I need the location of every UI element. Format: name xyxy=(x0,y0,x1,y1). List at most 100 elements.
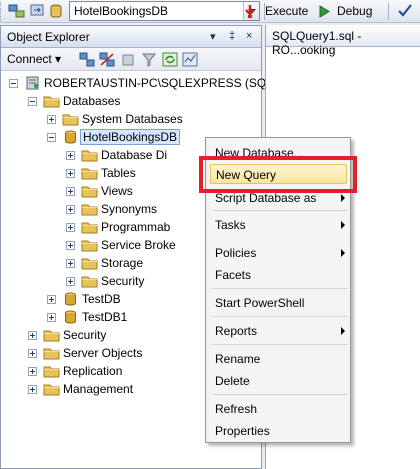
expand-icon[interactable] xyxy=(66,222,75,232)
tree-node[interactable]: Service Broke xyxy=(66,236,176,254)
window-position-icon[interactable]: ▾ xyxy=(210,30,216,43)
collapse-icon[interactable] xyxy=(28,96,37,106)
tree-node[interactable]: Storage xyxy=(66,254,143,272)
tree-node[interactable]: Security xyxy=(66,272,144,290)
expand-icon[interactable] xyxy=(66,276,75,286)
check-syntax-icon[interactable] xyxy=(396,3,413,19)
tree-node-label: Storage xyxy=(101,256,144,270)
tree-node[interactable]: Security xyxy=(28,326,106,344)
submenu-arrow-icon xyxy=(341,194,345,202)
tree-node[interactable]: Replication xyxy=(28,362,122,380)
tree-node[interactable]: TestDB1 xyxy=(47,308,127,326)
stop-icon[interactable] xyxy=(120,52,136,67)
menu-item-reports[interactable]: Reports xyxy=(215,321,345,341)
expand-icon[interactable] xyxy=(28,366,37,376)
tree-node-label: HotelBookingsDB xyxy=(80,129,181,145)
expand-icon[interactable] xyxy=(66,150,75,160)
menu-separator xyxy=(212,316,348,317)
pin-icon[interactable]: ‡ xyxy=(229,30,235,42)
connect-icon[interactable] xyxy=(79,52,95,67)
tree-node[interactable]: Databases xyxy=(28,92,120,110)
tree-node-label: Database Di xyxy=(101,148,168,162)
query-editor-tab-title: SQLQuery1.sql - RO...ooking xyxy=(272,29,362,57)
menu-item-label: Properties xyxy=(215,424,270,438)
database-select[interactable]: HotelBookingsDB xyxy=(69,1,260,21)
tree-node[interactable]: ROBERTAUSTIN-PC\SQLEXPRESS (SQL xyxy=(9,74,273,92)
expand-icon[interactable] xyxy=(66,186,75,196)
tree-node[interactable]: System Databases xyxy=(47,110,183,128)
folder-icon xyxy=(43,366,60,378)
database-select-value: HotelBookingsDB xyxy=(74,4,169,18)
execute-label: Execute xyxy=(265,4,309,18)
tree-node[interactable]: Synonyms xyxy=(66,200,157,218)
connect-dropdown[interactable]: Connect ▾ xyxy=(7,52,61,66)
tree-node-label: Synonyms xyxy=(101,202,158,216)
tree-node[interactable]: Server Objects xyxy=(28,344,142,362)
filter-icon[interactable] xyxy=(141,52,157,67)
submenu-arrow-icon xyxy=(341,327,345,335)
available-databases-icon[interactable] xyxy=(48,3,65,19)
connect-label: Connect ▾ xyxy=(7,52,62,66)
tree-node[interactable]: TestDB xyxy=(47,290,121,308)
change-connection-icon[interactable] xyxy=(29,3,46,19)
expand-icon[interactable] xyxy=(28,330,37,340)
tree-node-label: Security xyxy=(63,328,107,342)
expand-icon[interactable] xyxy=(66,240,75,250)
activity-monitor-icon[interactable] xyxy=(182,52,198,67)
tree-node-label: System Databases xyxy=(82,112,183,126)
folder-icon xyxy=(81,222,98,234)
expand-icon[interactable] xyxy=(47,294,56,304)
tree-node-label: Server Objects xyxy=(63,346,143,360)
toolbar-grip[interactable] xyxy=(0,2,4,21)
menu-item-refresh[interactable]: Refresh xyxy=(215,399,345,419)
expand-icon[interactable] xyxy=(28,348,37,358)
connect-object-explorer-icon[interactable] xyxy=(8,3,25,19)
folder-icon xyxy=(43,348,60,360)
menu-item-delete[interactable]: Delete xyxy=(215,371,345,391)
tree-node[interactable]: Programmab xyxy=(66,218,170,236)
tree-node-label: Security xyxy=(101,274,145,288)
menu-separator xyxy=(212,288,348,289)
close-icon[interactable]: × xyxy=(246,30,252,42)
folder-icon xyxy=(81,168,98,180)
query-editor-tab[interactable]: SQLQuery1.sql - RO...ooking xyxy=(266,25,420,57)
play-icon xyxy=(319,4,330,18)
folder-icon xyxy=(81,240,98,252)
folder-icon xyxy=(81,186,98,198)
tree-node-label: Programmab xyxy=(101,220,171,234)
collapse-icon[interactable] xyxy=(9,78,18,88)
tree-node-label: TestDB1 xyxy=(82,310,128,324)
tree-node-label: ROBERTAUSTIN-PC\SQLEXPRESS (SQL xyxy=(44,76,273,90)
menu-item-start-powershell[interactable]: Start PowerShell xyxy=(215,293,345,313)
highlight-annotation-box xyxy=(199,156,357,193)
toolbar-separator xyxy=(388,3,389,20)
menu-item-properties[interactable]: Properties xyxy=(215,421,345,441)
disconnect-icon[interactable] xyxy=(99,52,115,67)
menu-item-rename[interactable]: Rename xyxy=(215,349,345,369)
expand-icon[interactable] xyxy=(47,312,56,322)
menu-item-policies[interactable]: Policies xyxy=(215,243,345,263)
tree-node[interactable]: Management xyxy=(28,380,133,398)
tree-node[interactable]: Views xyxy=(66,182,133,200)
expand-icon[interactable] xyxy=(66,258,75,268)
refresh-icon[interactable] xyxy=(162,52,178,67)
expand-icon[interactable] xyxy=(66,168,75,178)
tree-node[interactable]: HotelBookingsDB xyxy=(47,128,181,146)
main-toolbar: HotelBookingsDB Execute Debug xyxy=(0,0,420,23)
menu-item-facets[interactable]: Facets xyxy=(215,265,345,285)
menu-item-tasks[interactable]: Tasks xyxy=(215,215,345,235)
folder-icon xyxy=(43,330,60,342)
expand-icon[interactable] xyxy=(47,114,56,124)
expand-icon[interactable] xyxy=(28,384,37,394)
collapse-icon[interactable] xyxy=(47,132,56,142)
tree-node-label: Databases xyxy=(63,94,121,108)
menu-item-label: Tasks xyxy=(215,218,246,232)
tree-node[interactable]: Tables xyxy=(66,164,136,182)
object-explorer-title: Object Explorer xyxy=(7,30,90,44)
execute-button[interactable]: Execute xyxy=(243,0,308,22)
expand-icon[interactable] xyxy=(66,204,75,214)
menu-item-label: Policies xyxy=(215,246,257,260)
debug-button[interactable]: Debug xyxy=(318,0,372,22)
tree-node-label: Management xyxy=(63,382,134,396)
tree-node[interactable]: Database Di xyxy=(66,146,167,164)
